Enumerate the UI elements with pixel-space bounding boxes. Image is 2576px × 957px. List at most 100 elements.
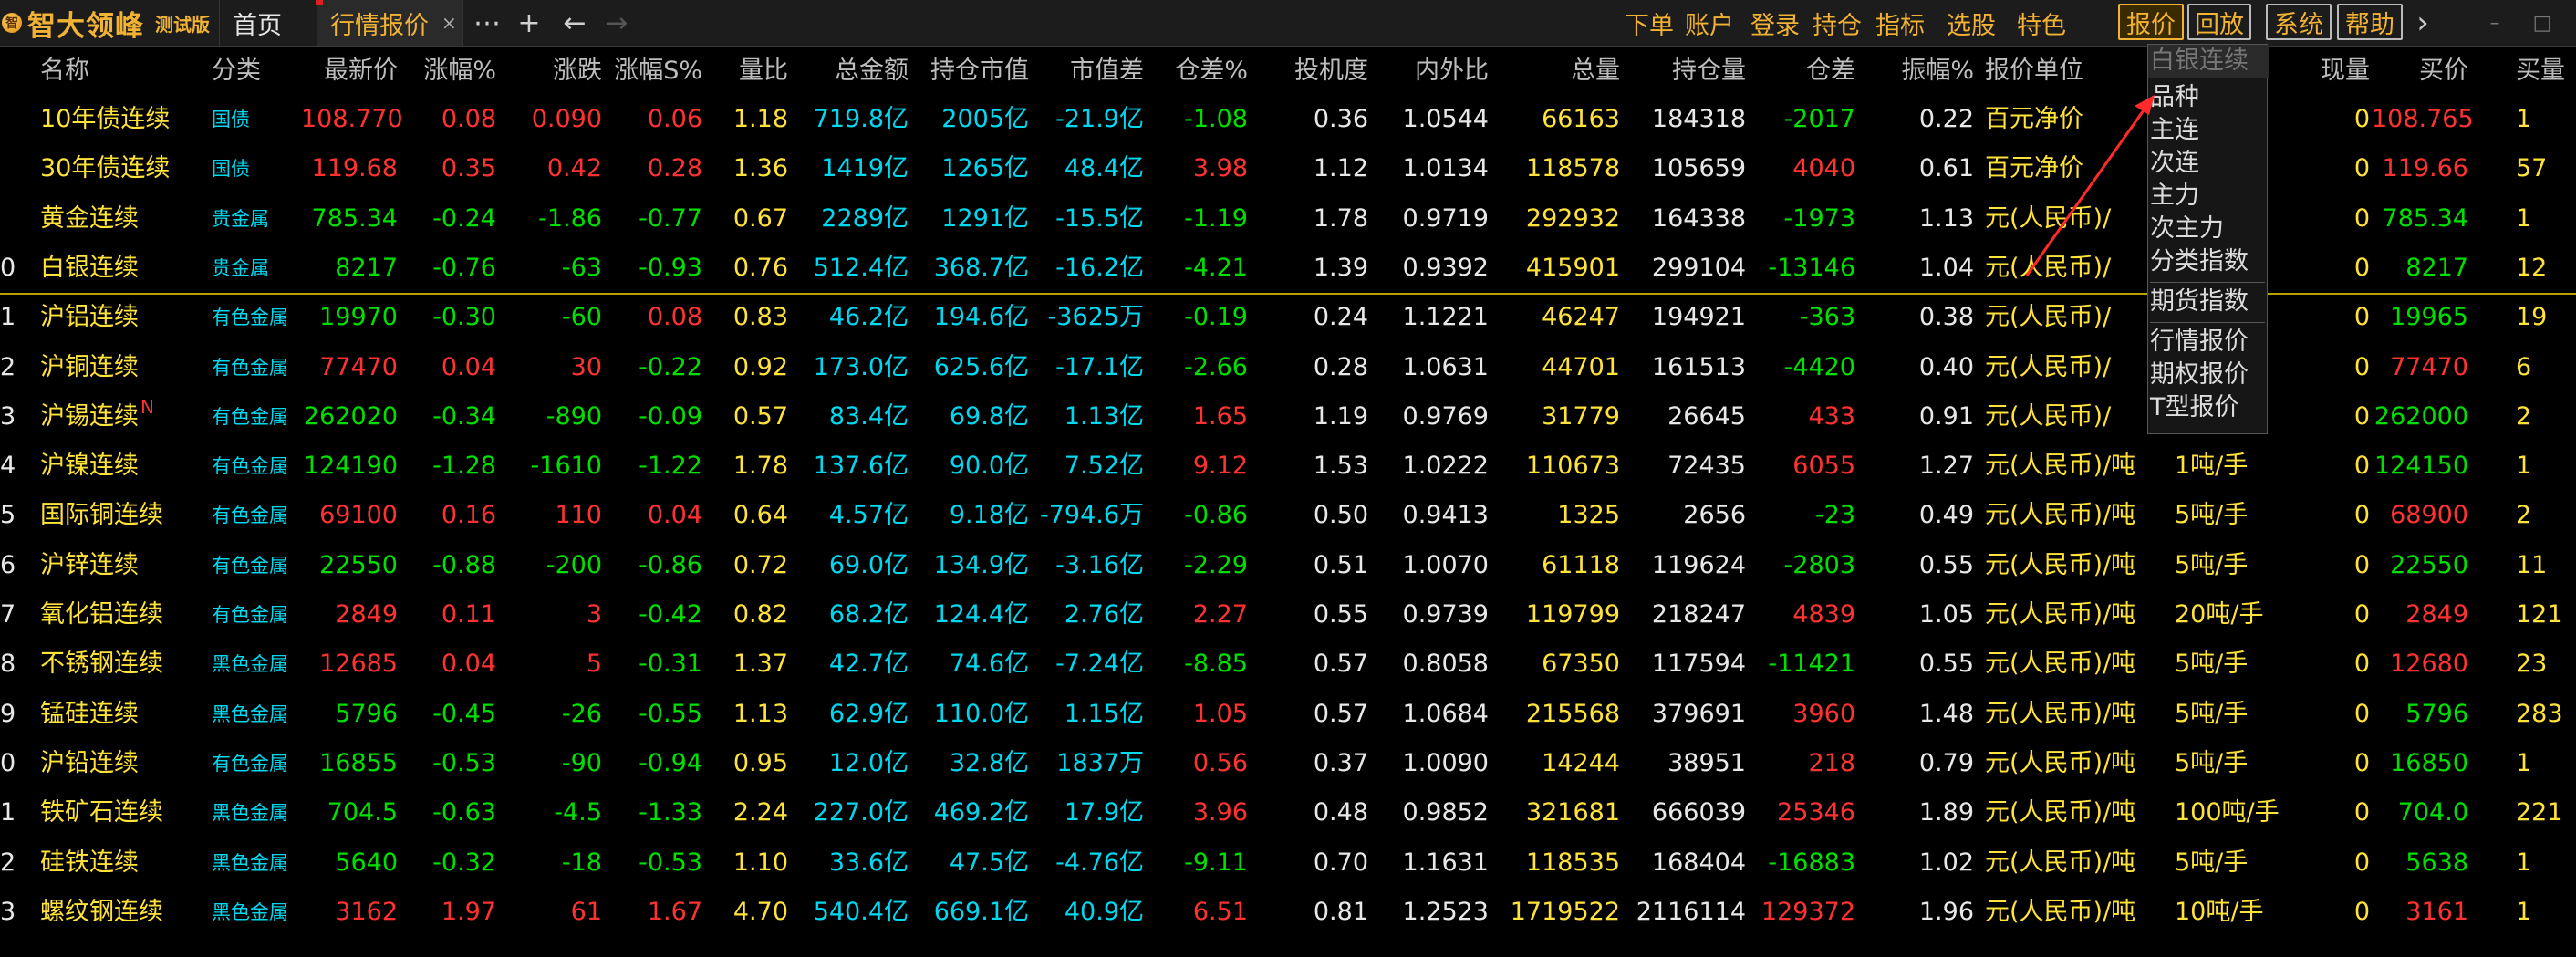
dropdown-item-main-contract[interactable]: 主力 — [2148, 180, 2269, 213]
menu-positions[interactable]: 持仓 — [1810, 0, 1864, 46]
tab-home[interactable]: 首页 — [219, 0, 317, 46]
col-amplitude[interactable]: 振幅% — [1897, 47, 1974, 95]
dropdown-divider — [2150, 322, 2265, 323]
app-title: 智大领峰 — [27, 9, 144, 43]
chevron-right-icon[interactable]: › — [2410, 0, 2436, 46]
col-bid-volume[interactable]: 买量 — [2516, 47, 2565, 95]
maximize-icon[interactable]: □ — [2525, 0, 2560, 46]
cell-last: 19970 — [319, 303, 398, 332]
table-row[interactable]: 2 硅铁连续 黑色金属 5640 -0.32 -18 -0.53 1.10 33.6亿 47.5亿… — [0, 838, 2576, 888]
col-total-volume[interactable]: 总量 — [1505, 47, 1620, 95]
cell-posv: 625.6亿 — [933, 352, 1029, 381]
more-tabs-icon[interactable]: ⋯ — [469, 0, 505, 46]
table-row[interactable]: 7 氧化铝连续 有色金属 2849 0.11 3 -0.42 0.82 68.2亿 124.4亿 2… — [0, 590, 2576, 640]
cell-cur: 0 — [2353, 550, 2370, 579]
col-speculation[interactable]: 投机度 — [1268, 47, 1368, 95]
dropdown-item-market-quotes[interactable]: 行情报价 — [2148, 326, 2269, 359]
col-current-volume[interactable]: 现量 — [2280, 47, 2370, 95]
cell-idx: 5 — [0, 501, 16, 530]
col-open-interest[interactable]: 持仓量 — [1633, 47, 1746, 95]
dropdown-item-sub-main-contract[interactable]: 次主力 — [2148, 213, 2269, 245]
cell-chg_pct: 0.35 — [441, 154, 496, 183]
cell-cur: 0 — [2353, 303, 2370, 332]
cell-bid: 124150 — [2373, 452, 2468, 481]
table-row[interactable]: 9 锰硅连续 黑色金属 5796 -0.45 -26 -0.55 1.13 62.9亿 110.0… — [0, 690, 2576, 739]
col-oi-change[interactable]: 仓差 — [1751, 47, 1855, 95]
col-oi-change-pct[interactable]: 仓差% — [1149, 47, 1248, 95]
cell-chg: -90 — [561, 748, 602, 777]
cell-size: 20吨/手 — [2175, 600, 2264, 629]
cell-idx: 2 — [0, 848, 16, 877]
dropdown-item-variety[interactable]: 品种 — [2148, 81, 2269, 114]
cell-vr: 1.13 — [732, 699, 788, 728]
cell-chg_pct: 0.04 — [441, 650, 496, 679]
col-category[interactable]: 分类 — [212, 47, 261, 95]
cell-amp: 1.13 — [1918, 203, 1974, 233]
dropdown-item-main-continuous[interactable]: 主连 — [2148, 114, 2269, 147]
cell-idx: 7 — [0, 600, 16, 629]
menu-login[interactable]: 登录 — [1740, 0, 1810, 46]
col-quote-unit[interactable]: 报价单位 — [1985, 47, 2083, 95]
cell-oid: 129372 — [1761, 897, 1855, 926]
cell-last: 5640 — [335, 848, 398, 877]
cell-bid: 108.765 — [2372, 105, 2474, 133]
close-icon[interactable]: × — [441, 12, 457, 34]
dropdown-item-next-continuous[interactable]: 次连 — [2148, 147, 2269, 180]
menu-help-button[interactable]: 帮助 — [2337, 4, 2403, 40]
table-row[interactable]: 5 国际铜连续 有色金属 69100 0.16 110 0.04 0.64 4.57亿 9.18亿… — [0, 491, 2576, 540]
col-change[interactable]: 涨跌 — [511, 47, 602, 95]
table-row[interactable]: 8 不锈钢连续 黑色金属 12685 0.04 5 -0.31 1.37 42.7亿 74.6亿 -… — [0, 640, 2576, 689]
menu-account[interactable]: 账户 — [1678, 0, 1740, 46]
forward-arrow-icon[interactable]: → — [598, 0, 635, 46]
cell-spec: 0.28 — [1313, 352, 1368, 381]
dropdown-item-t-quotes[interactable]: T型报价 — [2148, 391, 2269, 424]
dropdown-divider — [2150, 282, 2265, 283]
table-row[interactable]: 0 沪铅连续 有色金属 16855 -0.53 -90 -0.94 0.95 12.0亿 32.8… — [0, 739, 2576, 788]
cell-chgs: -0.53 — [639, 848, 702, 877]
col-last-price[interactable]: 最新价 — [301, 47, 398, 95]
table-row[interactable]: 6 沪锌连续 有色金属 22550 -0.88 -200 -0.86 0.72 69.0亿 134… — [0, 541, 2576, 590]
col-change-s-pct[interactable]: 涨幅S% — [602, 47, 702, 95]
menu-stock-picker[interactable]: 选股 — [1936, 0, 2007, 46]
table-row[interactable]: 1 铁矿石连续 黑色金属 704.5 -0.63 -4.5 -1.33 2.24 227.0亿 4… — [0, 788, 2576, 837]
menu-quotes-button[interactable]: 报价 — [2118, 4, 2184, 40]
cell-io: 1.2523 — [1402, 897, 1489, 926]
tab-quotes[interactable]: 行情报价 × — [316, 0, 463, 46]
menu-indicators[interactable]: 指标 — [1864, 0, 1936, 46]
table-row[interactable]: 3 螺纹钢连续 黑色金属 3162 1.97 61 1.67 4.70 540.4亿 669.1亿… — [0, 888, 2576, 937]
menu-featured[interactable]: 特色 — [2007, 0, 2076, 46]
table-row[interactable]: 4 沪镍连续 有色金属 124190 -1.28 -1610 -1.22 1.78 137.6亿… — [0, 442, 2576, 491]
dropdown-item-current-symbol[interactable]: 白银连续 — [2148, 45, 2269, 78]
cell-bidv: 2 — [2516, 501, 2532, 530]
cell-mvd: 40.9亿 — [1064, 897, 1144, 926]
cell-io: 0.9719 — [1402, 203, 1489, 233]
cell-bidv: 121 — [2516, 600, 2563, 629]
minimize-icon[interactable]: – — [2477, 0, 2512, 46]
col-turnover[interactable]: 总金额 — [803, 47, 909, 95]
cell-vr: 1.78 — [732, 452, 788, 481]
col-bid-price[interactable]: 买价 — [2372, 47, 2468, 95]
col-change-pct[interactable]: 涨幅% — [401, 47, 496, 95]
col-volume-ratio[interactable]: 量比 — [712, 47, 788, 95]
dropdown-item-futures-index[interactable]: 期货指数 — [2148, 286, 2269, 318]
dropdown-item-option-quotes[interactable]: 期权报价 — [2148, 359, 2269, 391]
menu-order[interactable]: 下单 — [1620, 0, 1678, 46]
col-name[interactable]: 名称 — [40, 47, 89, 95]
cell-chg: -18 — [561, 848, 602, 877]
menu-system-button[interactable]: 系统 — [2266, 4, 2332, 40]
cell-bid: 3161 — [2405, 897, 2468, 926]
cell-cat: 黑色金属 — [212, 900, 288, 923]
menu-replay-button[interactable]: 回放 — [2187, 4, 2251, 40]
back-arrow-icon[interactable]: ← — [556, 0, 593, 46]
cell-idx: 0 — [0, 253, 16, 282]
add-tab-icon[interactable]: + — [511, 0, 547, 46]
cell-spec: 0.50 — [1313, 501, 1368, 530]
cell-amp: 0.40 — [1918, 352, 1974, 381]
cell-amt: 137.6亿 — [813, 452, 909, 481]
cell-amt: 227.0亿 — [813, 798, 909, 827]
col-position-value[interactable]: 持仓市值 — [921, 47, 1029, 95]
dropdown-item-category-index[interactable]: 分类指数 — [2148, 245, 2269, 278]
col-value-diff[interactable]: 市值差 — [1040, 47, 1144, 95]
cell-idx: 4 — [0, 452, 16, 481]
col-inner-outer-ratio[interactable]: 内外比 — [1387, 47, 1489, 95]
